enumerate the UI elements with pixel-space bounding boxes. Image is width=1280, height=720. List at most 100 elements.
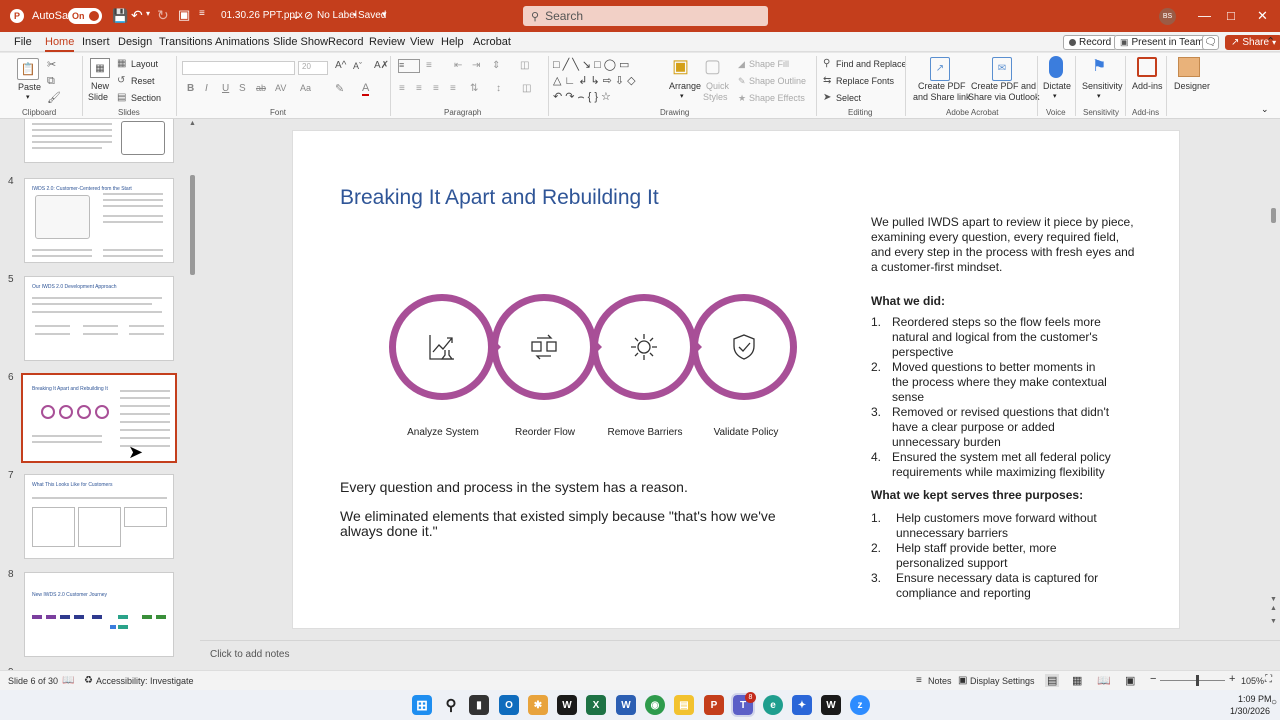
webex-icon-2[interactable]: W (821, 695, 841, 715)
thumbnail-slide-3[interactable] (24, 119, 174, 163)
scroll-down-icon[interactable]: ▼ (1270, 596, 1277, 603)
justify-icon[interactable]: ≡ (450, 83, 456, 94)
align-left-icon[interactable]: ≡ (399, 83, 405, 94)
save-icon[interactable]: 💾 (112, 8, 128, 24)
shape-effects-icon[interactable]: ★ (738, 93, 746, 104)
increase-indent-icon[interactable]: ⇥ (472, 60, 480, 71)
ribbon-options-icon[interactable]: ⌄ (1261, 104, 1269, 115)
shape-outline-icon[interactable]: ✎ (738, 76, 746, 87)
shape-fill-icon[interactable]: ◢ (738, 59, 745, 70)
tab-record[interactable]: Record (328, 36, 363, 48)
italic-icon[interactable]: I (205, 83, 208, 94)
file-explorer-icon[interactable]: ▤ (674, 695, 694, 715)
columns-icon[interactable]: ◫ (520, 60, 529, 71)
save-status-chevron-icon[interactable]: ▾ (382, 9, 387, 20)
thumbnail-scrollbar-thumb[interactable] (190, 175, 195, 275)
shape-effects-button[interactable]: Shape Effects (749, 93, 805, 103)
step-circle-1[interactable] (389, 294, 495, 400)
arrange-icon[interactable]: ▣ (672, 56, 696, 80)
body-text-2[interactable]: We eliminated elements that existed simp… (340, 509, 820, 539)
normal-view-icon[interactable]: ▤ (1045, 674, 1060, 687)
align-text-icon[interactable]: ↕ (496, 83, 501, 94)
decrease-indent-icon[interactable]: ⇤ (454, 60, 462, 71)
undo-dropdown-icon[interactable]: ▾ (146, 9, 150, 18)
what-we-did-list[interactable]: 1. Reordered steps so the flow feels more… (871, 315, 1146, 480)
paste-chevron-icon[interactable]: ▾ (26, 93, 30, 101)
tab-file[interactable]: File (14, 36, 32, 48)
numbering-icon[interactable]: ≡ (426, 60, 432, 71)
shapes-gallery[interactable]: □╱╲↘□◯▭ △∟↲↳⇨⇩◇ ↶↷⌢{}☆ (553, 57, 663, 105)
font-color-icon[interactable]: A (362, 82, 370, 96)
clear-formatting-icon[interactable]: A✗ (374, 60, 389, 71)
step-circle-4[interactable] (691, 294, 797, 400)
thumbnail-slide-6-selected[interactable]: Breaking It Apart and Rebuilding It (21, 373, 177, 463)
align-center-icon[interactable]: ≡ (416, 83, 422, 94)
accessibility-status[interactable]: Accessibility: Investigate (96, 676, 194, 686)
step-circle-3[interactable] (591, 294, 697, 400)
new-slide-label-2[interactable]: Slide (88, 92, 108, 102)
copilot-icon[interactable]: ✱ (528, 695, 548, 715)
tab-help[interactable]: Help (441, 36, 464, 48)
next-slide-icon[interactable]: ▼ (1270, 618, 1277, 625)
add-ins-icon[interactable] (1137, 57, 1157, 77)
thumbnail-slide-5[interactable]: Our IWDS 2.0 Development Approach (24, 276, 174, 361)
text-direction-icon[interactable]: ⇅ (470, 83, 478, 94)
designer-button[interactable]: Designer (1174, 81, 1210, 91)
sensitivity-button[interactable]: Sensitivity (1082, 81, 1123, 91)
dictate-button[interactable]: Dictate (1043, 81, 1071, 91)
clock-date[interactable]: 1/30/2026 (1230, 706, 1270, 716)
notes-button[interactable]: Notes (928, 676, 952, 686)
search-box[interactable]: ⚲ Search (523, 6, 768, 26)
zoom-in-icon[interactable]: + (1229, 673, 1235, 685)
outlook-icon[interactable]: O (499, 695, 519, 715)
undo-icon[interactable]: ↶ (131, 7, 143, 24)
line-spacing-icon[interactable]: ⇕ (492, 60, 500, 71)
notes-icon[interactable]: ≡ (916, 675, 922, 686)
collapse-ribbon-icon[interactable]: ⌃ (1266, 35, 1275, 48)
create-pdf-outlook-label[interactable]: Create PDF and (971, 81, 1036, 91)
replace-fonts-button[interactable]: Replace Fonts (836, 76, 894, 86)
close-icon[interactable]: ✕ (1257, 8, 1268, 24)
layout-button[interactable]: Layout (131, 59, 158, 69)
section-icon[interactable]: ▤ (117, 92, 126, 103)
fit-to-window-icon[interactable]: ⛶ (1265, 674, 1272, 685)
tab-home[interactable]: Home (45, 36, 75, 52)
quick-styles-label[interactable]: Quick (706, 81, 729, 91)
windows-start-icon[interactable]: ⊞ (412, 695, 432, 715)
dictate-chevron-icon[interactable]: ▾ (1053, 92, 1057, 100)
zoom-slider-thumb[interactable] (1195, 675, 1199, 686)
add-ins-button[interactable]: Add-ins (1132, 81, 1163, 91)
task-view-icon[interactable]: ▮ (469, 695, 489, 715)
taskbar-search-icon[interactable]: ⚲ (441, 695, 461, 715)
paste-icon[interactable]: 📋 (17, 58, 39, 80)
reset-icon[interactable]: ↺ (117, 75, 125, 86)
change-case-icon[interactable]: Aa (300, 83, 311, 93)
thumbnail-slide-4[interactable]: IWDS 2.0: Customer-Centered from the Sta… (24, 178, 174, 263)
reading-view-icon[interactable]: 📖 (1097, 674, 1111, 687)
label-status[interactable]: No Label (317, 10, 357, 21)
designer-icon[interactable] (1178, 57, 1200, 77)
notes-pane[interactable]: Click to add notes (200, 640, 1280, 668)
quick-styles-icon[interactable]: ▢ (704, 56, 728, 80)
new-slide-label[interactable]: New (91, 81, 109, 91)
tab-design[interactable]: Design (118, 36, 152, 48)
scroll-up-icon[interactable]: ▲ (189, 120, 196, 127)
accessibility-icon[interactable]: ♻ (84, 675, 93, 686)
select-cursor-icon[interactable]: ➤ (823, 92, 831, 103)
step-circle-2[interactable] (491, 294, 597, 400)
tab-view[interactable]: View (410, 36, 434, 48)
shape-outline-button[interactable]: Shape Outline (749, 76, 806, 86)
present-in-teams-button[interactable]: ▣ Present in Teams (1114, 35, 1215, 50)
edge-icon[interactable]: e (763, 695, 783, 715)
slide-count[interactable]: Slide 6 of 30 (8, 676, 58, 686)
tab-insert[interactable]: Insert (82, 36, 110, 48)
clock-time[interactable]: 1:09 PM (1238, 694, 1272, 704)
display-settings-icon[interactable]: ▣ (958, 675, 967, 686)
increase-font-icon[interactable]: A^ (335, 60, 346, 71)
sensitivity-icon[interactable]: ⚑ (1092, 56, 1110, 78)
previous-slide-icon[interactable]: ▲ (1270, 605, 1277, 612)
app-icon[interactable]: ✦ (792, 695, 812, 715)
replace-fonts-icon[interactable]: ⇆ (823, 75, 831, 86)
comments-button[interactable]: 🗨 (1202, 35, 1219, 50)
microphone-icon[interactable] (1049, 56, 1063, 78)
